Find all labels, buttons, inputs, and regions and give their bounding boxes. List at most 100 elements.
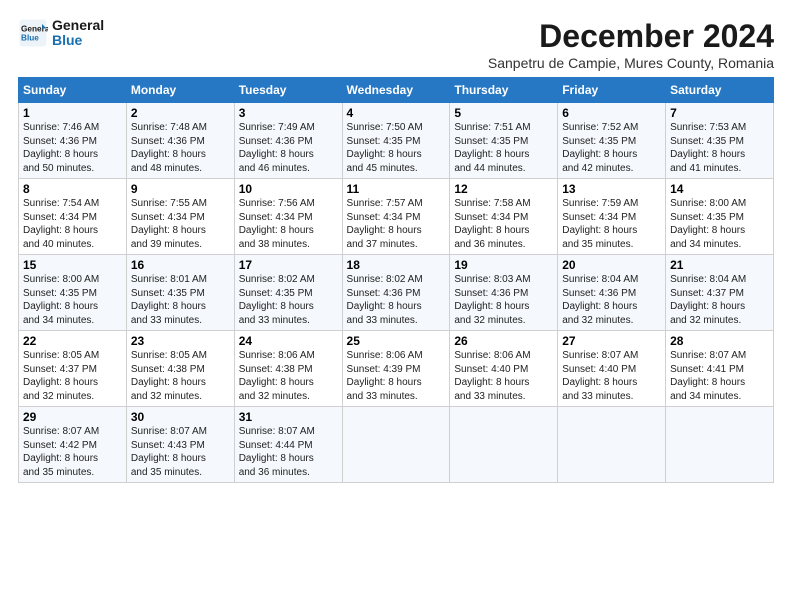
header-row: Sunday Monday Tuesday Wednesday Thursday… bbox=[19, 78, 774, 103]
day-info: Sunrise: 8:04 AM Sunset: 4:36 PM Dayligh… bbox=[562, 274, 638, 326]
day-info: Sunrise: 7:52 AM Sunset: 4:35 PM Dayligh… bbox=[562, 122, 638, 174]
col-friday: Friday bbox=[558, 78, 666, 103]
day-number: 9 bbox=[131, 182, 230, 196]
week-row-1: 1 Sunrise: 7:46 AM Sunset: 4:36 PM Dayli… bbox=[19, 103, 774, 179]
calendar-cell: 28 Sunrise: 8:07 AM Sunset: 4:41 PM Dayl… bbox=[666, 331, 774, 407]
calendar-cell: 15 Sunrise: 8:00 AM Sunset: 4:35 PM Dayl… bbox=[19, 255, 127, 331]
day-number: 3 bbox=[239, 106, 338, 120]
day-info: Sunrise: 8:03 AM Sunset: 4:36 PM Dayligh… bbox=[454, 274, 530, 326]
calendar-cell: 29 Sunrise: 8:07 AM Sunset: 4:42 PM Dayl… bbox=[19, 407, 127, 483]
day-info: Sunrise: 7:54 AM Sunset: 4:34 PM Dayligh… bbox=[23, 198, 99, 250]
title-area: December 2024 Sanpetru de Campie, Mures … bbox=[488, 18, 774, 71]
header: General Blue General Blue December 2024 … bbox=[18, 18, 774, 71]
calendar-cell: 1 Sunrise: 7:46 AM Sunset: 4:36 PM Dayli… bbox=[19, 103, 127, 179]
calendar-cell: 16 Sunrise: 8:01 AM Sunset: 4:35 PM Dayl… bbox=[126, 255, 234, 331]
day-number: 26 bbox=[454, 334, 553, 348]
col-wednesday: Wednesday bbox=[342, 78, 450, 103]
day-info: Sunrise: 7:53 AM Sunset: 4:35 PM Dayligh… bbox=[670, 122, 746, 174]
day-number: 11 bbox=[347, 182, 446, 196]
calendar-table: Sunday Monday Tuesday Wednesday Thursday… bbox=[18, 77, 774, 483]
calendar-cell: 19 Sunrise: 8:03 AM Sunset: 4:36 PM Dayl… bbox=[450, 255, 558, 331]
day-number: 7 bbox=[670, 106, 769, 120]
day-number: 8 bbox=[23, 182, 122, 196]
calendar-cell bbox=[342, 407, 450, 483]
day-info: Sunrise: 7:57 AM Sunset: 4:34 PM Dayligh… bbox=[347, 198, 423, 250]
day-info: Sunrise: 8:02 AM Sunset: 4:36 PM Dayligh… bbox=[347, 274, 423, 326]
day-number: 5 bbox=[454, 106, 553, 120]
day-info: Sunrise: 8:07 AM Sunset: 4:42 PM Dayligh… bbox=[23, 426, 99, 478]
day-info: Sunrise: 7:48 AM Sunset: 4:36 PM Dayligh… bbox=[131, 122, 207, 174]
col-tuesday: Tuesday bbox=[234, 78, 342, 103]
main-title: December 2024 bbox=[488, 18, 774, 55]
calendar-cell: 25 Sunrise: 8:06 AM Sunset: 4:39 PM Dayl… bbox=[342, 331, 450, 407]
day-number: 19 bbox=[454, 258, 553, 272]
day-number: 29 bbox=[23, 410, 122, 424]
calendar-cell: 31 Sunrise: 8:07 AM Sunset: 4:44 PM Dayl… bbox=[234, 407, 342, 483]
calendar-cell bbox=[558, 407, 666, 483]
calendar-cell: 27 Sunrise: 8:07 AM Sunset: 4:40 PM Dayl… bbox=[558, 331, 666, 407]
day-number: 28 bbox=[670, 334, 769, 348]
day-info: Sunrise: 8:01 AM Sunset: 4:35 PM Dayligh… bbox=[131, 274, 207, 326]
day-info: Sunrise: 8:06 AM Sunset: 4:40 PM Dayligh… bbox=[454, 350, 530, 402]
calendar-cell: 6 Sunrise: 7:52 AM Sunset: 4:35 PM Dayli… bbox=[558, 103, 666, 179]
day-info: Sunrise: 8:07 AM Sunset: 4:44 PM Dayligh… bbox=[239, 426, 315, 478]
col-sunday: Sunday bbox=[19, 78, 127, 103]
day-number: 4 bbox=[347, 106, 446, 120]
day-info: Sunrise: 8:04 AM Sunset: 4:37 PM Dayligh… bbox=[670, 274, 746, 326]
calendar-header: Sunday Monday Tuesday Wednesday Thursday… bbox=[19, 78, 774, 103]
day-number: 22 bbox=[23, 334, 122, 348]
calendar-cell: 14 Sunrise: 8:00 AM Sunset: 4:35 PM Dayl… bbox=[666, 179, 774, 255]
calendar-cell: 24 Sunrise: 8:06 AM Sunset: 4:38 PM Dayl… bbox=[234, 331, 342, 407]
week-row-2: 8 Sunrise: 7:54 AM Sunset: 4:34 PM Dayli… bbox=[19, 179, 774, 255]
day-number: 12 bbox=[454, 182, 553, 196]
calendar-cell: 10 Sunrise: 7:56 AM Sunset: 4:34 PM Dayl… bbox=[234, 179, 342, 255]
day-info: Sunrise: 8:06 AM Sunset: 4:39 PM Dayligh… bbox=[347, 350, 423, 402]
day-info: Sunrise: 7:55 AM Sunset: 4:34 PM Dayligh… bbox=[131, 198, 207, 250]
week-row-4: 22 Sunrise: 8:05 AM Sunset: 4:37 PM Dayl… bbox=[19, 331, 774, 407]
svg-text:General: General bbox=[21, 25, 48, 34]
calendar-cell: 26 Sunrise: 8:06 AM Sunset: 4:40 PM Dayl… bbox=[450, 331, 558, 407]
col-thursday: Thursday bbox=[450, 78, 558, 103]
calendar-cell: 7 Sunrise: 7:53 AM Sunset: 4:35 PM Dayli… bbox=[666, 103, 774, 179]
page: General Blue General Blue December 2024 … bbox=[0, 0, 792, 612]
day-number: 16 bbox=[131, 258, 230, 272]
day-number: 20 bbox=[562, 258, 661, 272]
day-info: Sunrise: 8:02 AM Sunset: 4:35 PM Dayligh… bbox=[239, 274, 315, 326]
calendar-cell: 3 Sunrise: 7:49 AM Sunset: 4:36 PM Dayli… bbox=[234, 103, 342, 179]
day-info: Sunrise: 7:56 AM Sunset: 4:34 PM Dayligh… bbox=[239, 198, 315, 250]
calendar-cell: 13 Sunrise: 7:59 AM Sunset: 4:34 PM Dayl… bbox=[558, 179, 666, 255]
day-number: 25 bbox=[347, 334, 446, 348]
day-info: Sunrise: 8:06 AM Sunset: 4:38 PM Dayligh… bbox=[239, 350, 315, 402]
day-number: 21 bbox=[670, 258, 769, 272]
calendar-cell: 9 Sunrise: 7:55 AM Sunset: 4:34 PM Dayli… bbox=[126, 179, 234, 255]
calendar-cell: 5 Sunrise: 7:51 AM Sunset: 4:35 PM Dayli… bbox=[450, 103, 558, 179]
calendar-body: 1 Sunrise: 7:46 AM Sunset: 4:36 PM Dayli… bbox=[19, 103, 774, 483]
day-info: Sunrise: 8:00 AM Sunset: 4:35 PM Dayligh… bbox=[670, 198, 746, 250]
day-number: 31 bbox=[239, 410, 338, 424]
calendar-cell: 2 Sunrise: 7:48 AM Sunset: 4:36 PM Dayli… bbox=[126, 103, 234, 179]
calendar-cell: 22 Sunrise: 8:05 AM Sunset: 4:37 PM Dayl… bbox=[19, 331, 127, 407]
day-number: 6 bbox=[562, 106, 661, 120]
day-number: 17 bbox=[239, 258, 338, 272]
day-number: 30 bbox=[131, 410, 230, 424]
calendar-cell: 17 Sunrise: 8:02 AM Sunset: 4:35 PM Dayl… bbox=[234, 255, 342, 331]
col-monday: Monday bbox=[126, 78, 234, 103]
day-info: Sunrise: 8:07 AM Sunset: 4:43 PM Dayligh… bbox=[131, 426, 207, 478]
day-number: 10 bbox=[239, 182, 338, 196]
logo-text-general: General bbox=[52, 18, 104, 33]
day-number: 27 bbox=[562, 334, 661, 348]
calendar-cell: 4 Sunrise: 7:50 AM Sunset: 4:35 PM Dayli… bbox=[342, 103, 450, 179]
day-info: Sunrise: 7:58 AM Sunset: 4:34 PM Dayligh… bbox=[454, 198, 530, 250]
day-info: Sunrise: 8:07 AM Sunset: 4:41 PM Dayligh… bbox=[670, 350, 746, 402]
calendar-cell: 20 Sunrise: 8:04 AM Sunset: 4:36 PM Dayl… bbox=[558, 255, 666, 331]
day-number: 23 bbox=[131, 334, 230, 348]
day-number: 24 bbox=[239, 334, 338, 348]
day-info: Sunrise: 8:05 AM Sunset: 4:37 PM Dayligh… bbox=[23, 350, 99, 402]
calendar-cell: 8 Sunrise: 7:54 AM Sunset: 4:34 PM Dayli… bbox=[19, 179, 127, 255]
day-info: Sunrise: 7:59 AM Sunset: 4:34 PM Dayligh… bbox=[562, 198, 638, 250]
day-number: 2 bbox=[131, 106, 230, 120]
subtitle: Sanpetru de Campie, Mures County, Romani… bbox=[488, 55, 774, 71]
calendar-cell: 18 Sunrise: 8:02 AM Sunset: 4:36 PM Dayl… bbox=[342, 255, 450, 331]
day-info: Sunrise: 7:49 AM Sunset: 4:36 PM Dayligh… bbox=[239, 122, 315, 174]
calendar-cell: 11 Sunrise: 7:57 AM Sunset: 4:34 PM Dayl… bbox=[342, 179, 450, 255]
